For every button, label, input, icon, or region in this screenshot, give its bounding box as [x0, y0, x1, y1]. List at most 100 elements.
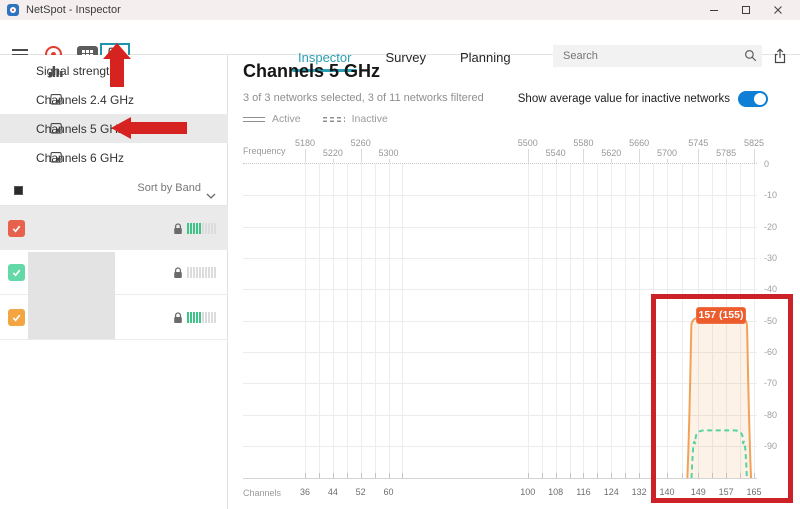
signal-bar [211, 223, 213, 234]
x-axis-tick-mark [570, 473, 571, 478]
average-toggle[interactable] [738, 91, 768, 107]
maximize-button[interactable] [734, 0, 758, 20]
minimize-button[interactable] [702, 0, 726, 20]
x-axis-tick-mark [319, 473, 320, 478]
network-checkbox[interactable] [8, 264, 25, 281]
frequency-tick-mark [361, 149, 362, 163]
search-icon[interactable] [744, 49, 757, 67]
redacted-network-names [28, 252, 115, 339]
x-axis-tick-mark [611, 473, 612, 478]
frequency-tick-label: 5300 [372, 148, 406, 158]
frequency-tick-label: 5500 [511, 138, 545, 148]
frequency-axis-label: Frequency [243, 146, 286, 156]
search-input[interactable] [553, 45, 762, 67]
chart-vertical-gridline [583, 164, 584, 478]
chart-vertical-gridline [639, 164, 640, 478]
x-axis-tick-mark [305, 473, 306, 478]
signal-bar [211, 312, 213, 323]
frequency-tick-mark [556, 159, 557, 163]
signal-bar [190, 223, 192, 234]
annotation-highlight-box [651, 294, 793, 503]
signal-bar [193, 312, 195, 323]
tab-planning[interactable]: Planning [458, 40, 513, 74]
network-row[interactable] [0, 205, 228, 250]
lock-icon [173, 266, 183, 284]
networks-summary: 3 of 3 networks selected, 3 of 11 networ… [243, 92, 484, 104]
x-axis-tick-mark [347, 473, 348, 478]
frequency-tick-label: 5785 [709, 148, 743, 158]
x-axis-tick-mark [556, 473, 557, 478]
channels-icon [49, 122, 64, 138]
sidebar-item-channels-6-ghz[interactable]: Channels 6 GHz [0, 143, 228, 172]
signal-bar [199, 267, 201, 278]
y-axis-tick-label: -30 [764, 253, 794, 263]
signal-bar [202, 267, 204, 278]
sort-by-band-dropdown[interactable]: Sort by Band [137, 182, 201, 194]
chart-vertical-gridline [542, 164, 543, 478]
signal-bar [205, 267, 207, 278]
frequency-tick-mark [305, 149, 306, 163]
check-icon [11, 223, 22, 234]
channel-tick-label: 52 [346, 487, 376, 497]
signal-bars [187, 223, 216, 234]
x-axis-tick-mark [583, 473, 584, 478]
signal-bar [202, 312, 204, 323]
active-line-swatch [243, 117, 265, 122]
window-title: NetSpot - Inspector [26, 0, 121, 20]
chart-horizontal-gridline [243, 258, 757, 259]
tab-survey[interactable]: Survey [383, 40, 427, 74]
x-axis-tick-mark [402, 473, 403, 478]
network-checkbox[interactable] [8, 220, 25, 237]
netspot-window: NetSpot - Inspector InspectorSur [0, 0, 800, 509]
signal-bar [205, 312, 207, 323]
channel-tick-label: 36 [290, 487, 320, 497]
frequency-tick-mark [639, 149, 640, 163]
frequency-tick-mark [726, 159, 727, 163]
sidebar-item-channels-2-4-ghz[interactable]: Channels 2.4 GHz [0, 85, 228, 114]
frequency-tick-label: 5825 [737, 138, 771, 148]
chart-vertical-gridline [375, 164, 376, 478]
chart-vertical-gridline [347, 164, 348, 478]
inactive-line-swatch [323, 117, 345, 122]
annotation-arrow-left-icon [111, 117, 187, 139]
frequency-tick-mark [698, 149, 699, 163]
x-axis-tick-mark [389, 473, 390, 478]
x-axis-tick-mark [639, 473, 640, 478]
channel-tick-label: 132 [624, 487, 654, 497]
chart-horizontal-gridline [243, 227, 757, 228]
close-icon [773, 5, 783, 15]
signal-bar [214, 223, 216, 234]
signal-bar [199, 312, 201, 323]
signal-bar [190, 267, 192, 278]
signal-bar [208, 223, 210, 234]
x-axis-tick-mark [375, 473, 376, 478]
select-all-checkbox[interactable] [14, 186, 23, 195]
channel-tick-label: 124 [596, 487, 626, 497]
signal-bar [205, 223, 207, 234]
average-toggle-label: Show average value for inactive networks [518, 93, 730, 105]
signal-bars [187, 267, 216, 278]
signal-bar [187, 312, 189, 323]
x-axis-tick-mark [597, 473, 598, 478]
channel-tick-label: 60 [374, 487, 404, 497]
x-axis-tick-mark [625, 473, 626, 478]
share-button[interactable] [768, 44, 792, 68]
y-axis-tick-label: -20 [764, 222, 794, 232]
lock-icon [173, 222, 183, 240]
x-axis-tick-mark [333, 473, 334, 478]
channel-tick-label: 100 [513, 487, 543, 497]
chart-horizontal-gridline [243, 195, 757, 196]
frequency-tick-label: 5220 [316, 148, 350, 158]
x-axis-tick-mark [361, 473, 362, 478]
titlebar: NetSpot - Inspector [0, 0, 800, 20]
network-checkbox[interactable] [8, 309, 25, 326]
legend-label: Active [272, 113, 301, 125]
legend-label: Inactive [352, 113, 388, 125]
channels-axis-label: Channels [243, 488, 281, 498]
channels-icon [49, 93, 64, 109]
y-axis-tick-label: -10 [764, 190, 794, 200]
frequency-tick-label: 5745 [681, 138, 715, 148]
signal-bar [193, 267, 195, 278]
chart-vertical-gridline [570, 164, 571, 478]
close-button[interactable] [766, 0, 790, 20]
